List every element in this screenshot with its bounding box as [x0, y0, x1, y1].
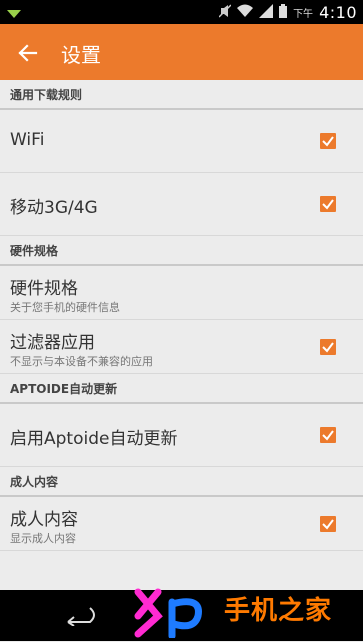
setting-label: WiFi — [10, 130, 45, 150]
checkmark-icon — [322, 342, 334, 353]
checkmark-icon — [322, 136, 334, 147]
watermark: 手机之家 — [132, 582, 360, 640]
notification-icon — [6, 5, 22, 18]
nav-back-icon[interactable] — [60, 604, 100, 627]
app-bar: 设置 — [0, 24, 363, 80]
checkmark-icon — [322, 430, 334, 441]
setting-auto-update[interactable]: 启用Aptoide自动更新 — [0, 404, 363, 467]
checkmark-icon — [322, 519, 334, 530]
status-bar: 下午 4:10 — [0, 0, 363, 24]
setting-filter-apps[interactable]: 过滤器应用 不显示与本设备不兼容的应用 — [0, 320, 363, 374]
signal-icon — [259, 3, 274, 21]
section-header-hardware: 硬件规格 — [0, 236, 363, 266]
setting-summary: 关于您手机的硬件信息 — [10, 301, 120, 314]
wifi-checkbox[interactable] — [320, 133, 336, 149]
setting-label: 成人内容 — [10, 510, 78, 530]
time-prefix: 下午 — [293, 8, 314, 20]
mute-icon — [218, 3, 232, 21]
setting-label: 过滤器应用 — [10, 333, 95, 353]
section-header-download-rules: 通用下载规则 — [0, 80, 363, 110]
setting-wifi[interactable]: WiFi — [0, 110, 363, 173]
page-title: 设置 — [61, 43, 101, 67]
setting-summary: 不显示与本设备不兼容的应用 — [10, 355, 153, 368]
battery-icon — [279, 3, 288, 21]
xp-logo-icon — [134, 588, 202, 640]
mobile-data-checkbox[interactable] — [320, 196, 336, 212]
setting-hardware-specs[interactable]: 硬件规格 关于您手机的硬件信息 — [0, 266, 363, 320]
wifi-icon — [237, 4, 254, 21]
setting-summary: 显示成人内容 — [10, 532, 76, 545]
section-header-adult-content: 成人内容 — [0, 467, 363, 497]
watermark-text: 手机之家 — [224, 596, 333, 626]
setting-label: 启用Aptoide自动更新 — [10, 429, 178, 449]
filter-apps-checkbox[interactable] — [320, 339, 336, 355]
setting-adult-content[interactable]: 成人内容 显示成人内容 — [0, 497, 363, 551]
section-header-auto-update: APTOIDE自动更新 — [0, 374, 363, 404]
clock: 4:10 — [319, 2, 357, 22]
setting-label: 移动3G/4G — [10, 198, 98, 218]
setting-mobile-data[interactable]: 移动3G/4G — [0, 173, 363, 236]
settings-list[interactable]: 通用下载规则 WiFi 移动3G/4G 硬件规格 硬件规格 关于您手机的硬件信息… — [0, 80, 363, 590]
auto-update-checkbox[interactable] — [320, 427, 336, 443]
setting-label: 硬件规格 — [10, 279, 78, 299]
back-arrow-icon[interactable] — [14, 39, 42, 67]
adult-content-checkbox[interactable] — [320, 516, 336, 532]
checkmark-icon — [322, 199, 334, 210]
